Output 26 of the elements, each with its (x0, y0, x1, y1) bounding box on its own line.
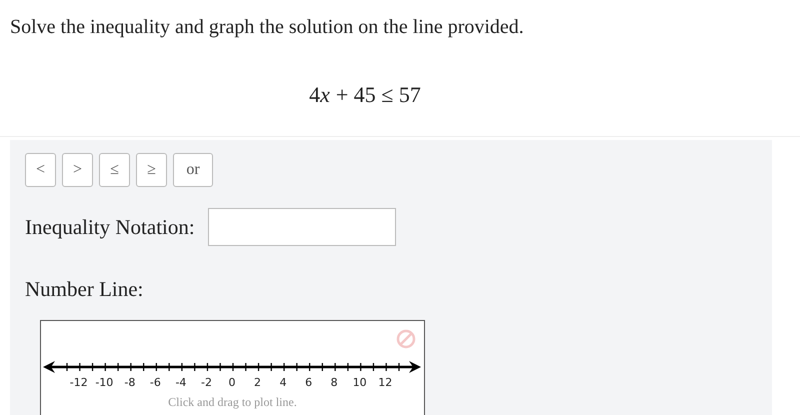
tick-label: 6 (305, 377, 312, 388)
clear-icon[interactable] (396, 329, 416, 349)
tick-label: -6 (150, 377, 161, 388)
symbol-button[interactable]: or (173, 153, 213, 187)
tick-label: 0 (228, 377, 236, 388)
tick-label: -8 (124, 377, 136, 388)
tick-label: -2 (200, 377, 212, 388)
tick-label: 12 (378, 377, 392, 388)
symbol-button[interactable]: ≥ (136, 153, 167, 187)
symbol-button[interactable]: < (25, 153, 56, 187)
tick-label: 8 (330, 377, 338, 388)
inequality-input-field[interactable] (208, 208, 396, 246)
tick-label: 2 (254, 377, 262, 388)
tick-label: 10 (352, 377, 367, 388)
tick-label: -4 (175, 377, 186, 388)
number-line-panel[interactable]: -12 -10 -8 -6 -4 -2 0 2 4 6 8 10 12 Click and drag to plot line. (40, 320, 425, 415)
plot-hint: Click and drag to plot line. (168, 394, 297, 411)
tick-label: 4 (280, 377, 287, 388)
tick-label: -10 (95, 377, 114, 388)
symbol-button[interactable]: ≤ (99, 153, 130, 187)
question-prompt: Solve the inequality and graph the solution on the line provided. (10, 15, 525, 40)
field-label: Number Line: (25, 276, 144, 302)
tick-label: -12 (70, 377, 88, 388)
symbol-button[interactable]: > (62, 153, 93, 187)
field-label: Inequality Notation: (25, 214, 195, 240)
equation: 4x + 45 ≤ 57 (309, 82, 421, 108)
